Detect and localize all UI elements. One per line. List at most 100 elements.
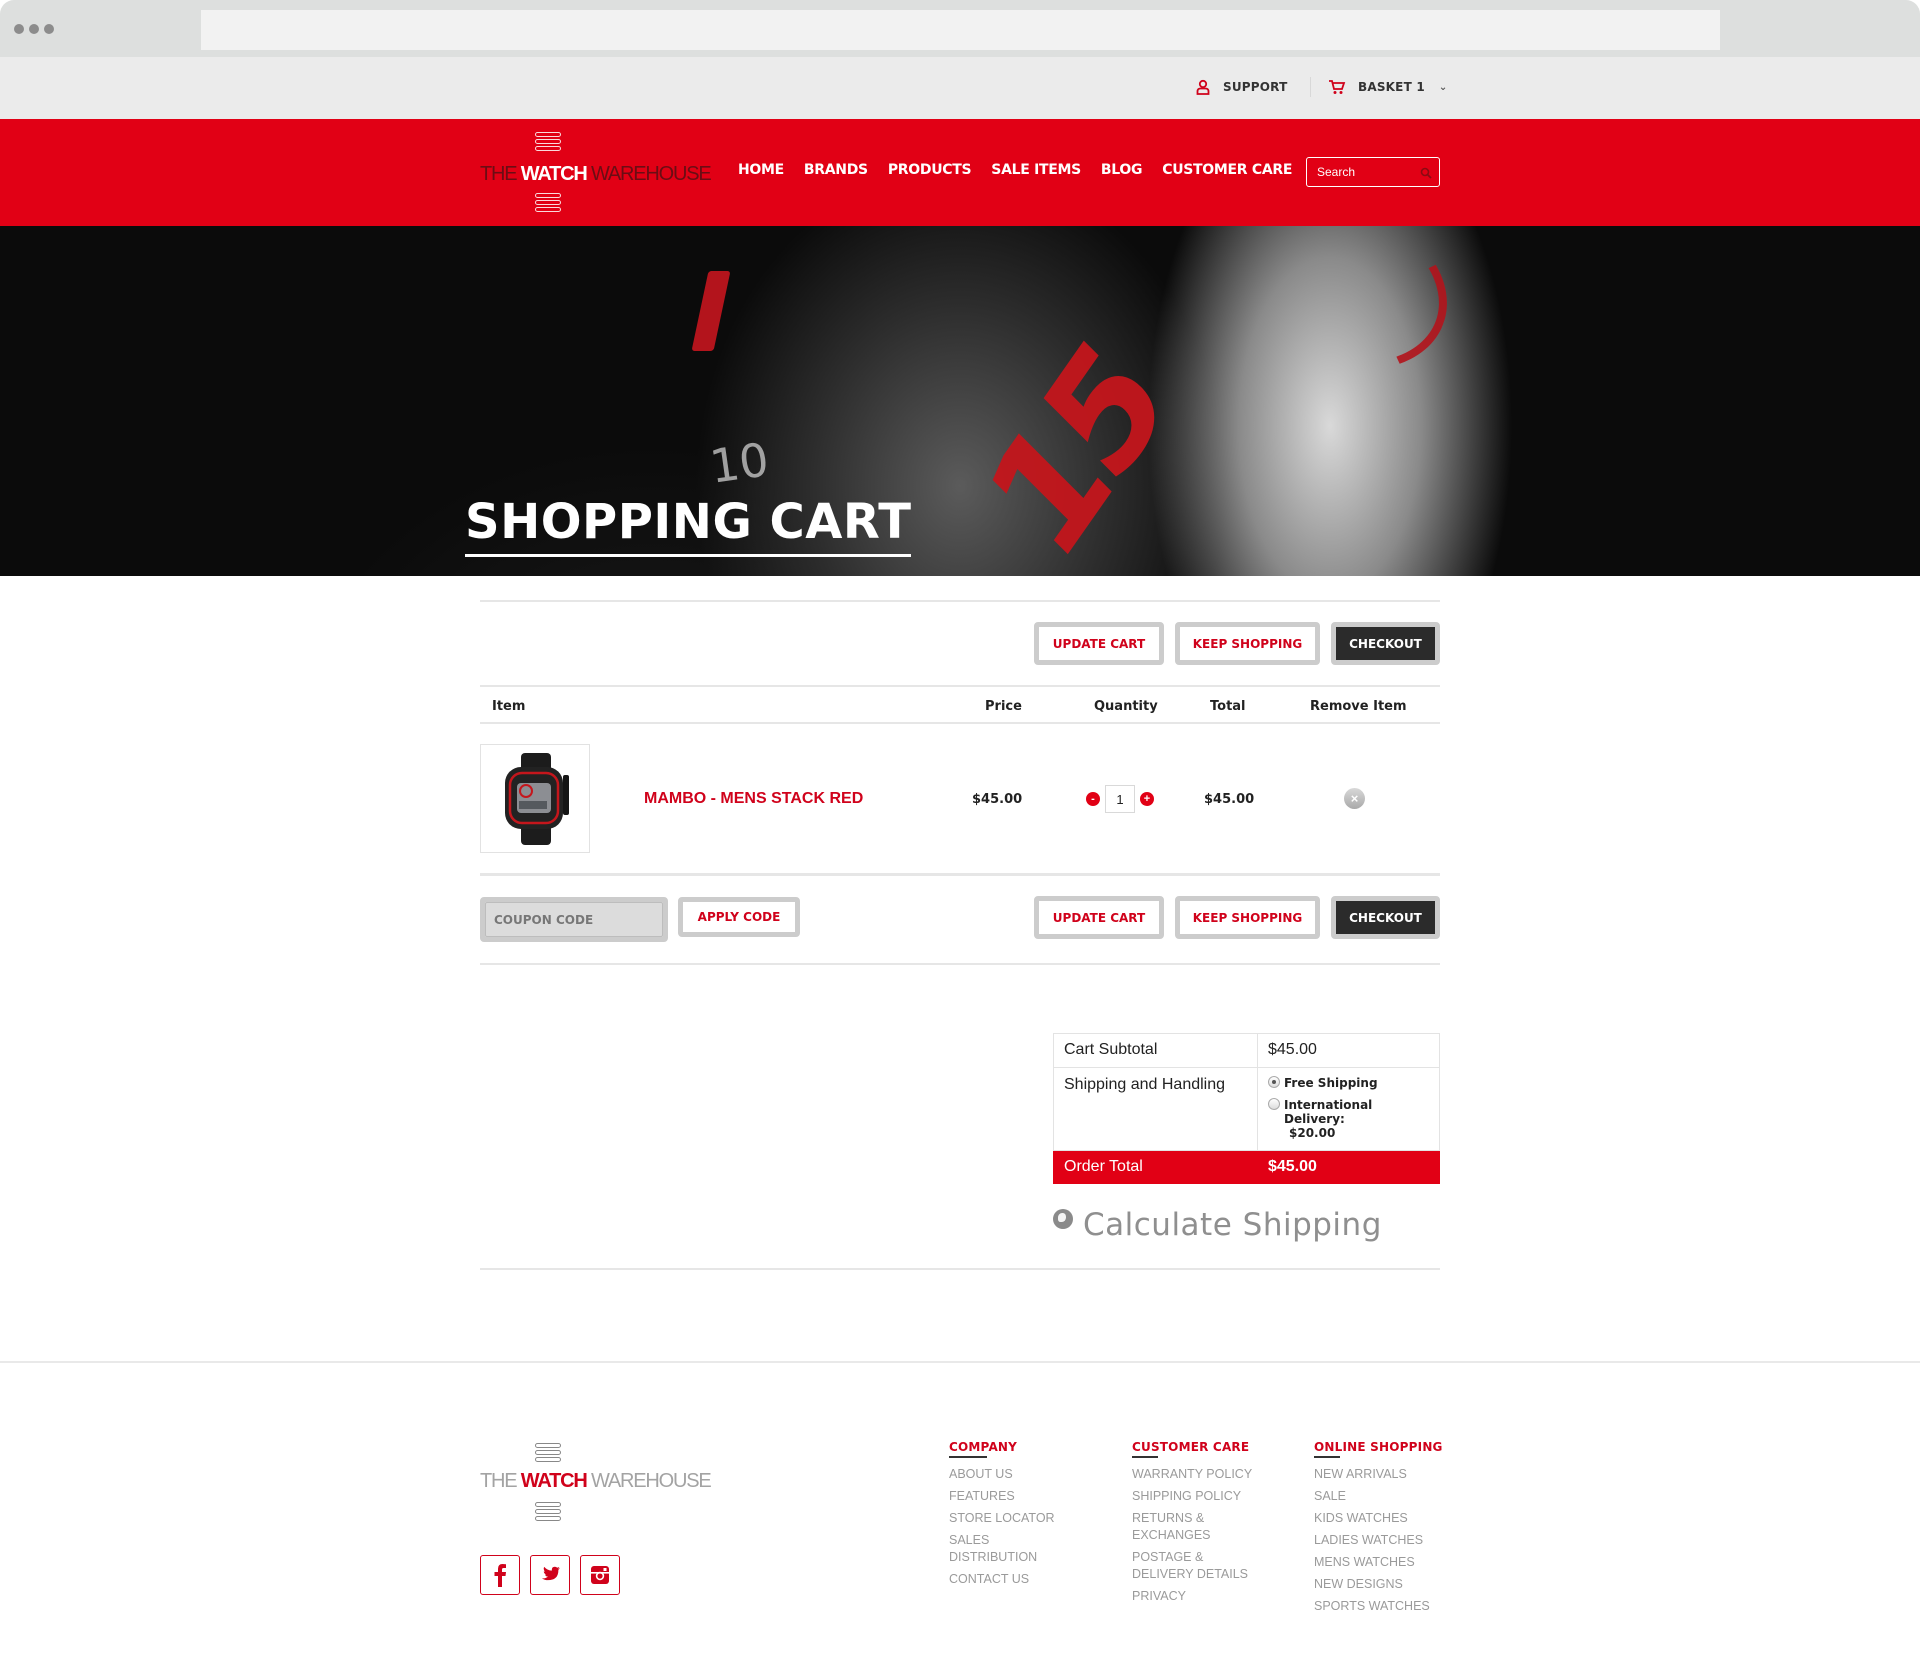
product-name-link[interactable]: MAMBO - MENS STACK RED — [644, 790, 863, 808]
shipping-option-label: International Delivery: — [1284, 1098, 1373, 1126]
divider — [480, 1268, 1440, 1270]
logo-wordmark: THE WATCH WAREHOUSE — [480, 163, 712, 185]
hero-numeral: 15 — [958, 311, 1195, 576]
quantity-input[interactable] — [1105, 785, 1135, 813]
footer-column-title: CUSTOMER CARE — [1132, 1440, 1257, 1458]
footer-column-company: COMPANY ABOUT US FEATURES STORE LOCATOR … — [949, 1440, 1055, 1593]
search-icon[interactable] — [1420, 166, 1432, 184]
footer-link[interactable]: MENS WATCHES — [1314, 1554, 1443, 1571]
order-total-row: Order Total $45.00 — [1053, 1150, 1440, 1184]
subtotal-row: Cart Subtotal $45.00 — [1053, 1033, 1440, 1068]
column-quantity: Quantity — [1094, 699, 1158, 714]
quantity-stepper: - + — [1086, 785, 1154, 813]
nav-blog[interactable]: BLOG — [1101, 162, 1143, 178]
utility-bar: SUPPORT BASKET 1 ⌄ — [0, 57, 1920, 119]
social-links — [480, 1555, 620, 1595]
footer-link[interactable]: WARRANTY POLICY — [1132, 1466, 1257, 1483]
footer-link[interactable]: CONTACT US — [949, 1571, 1055, 1588]
footer-link[interactable]: RETURNS & EXCHANGES — [1132, 1510, 1222, 1544]
address-bar[interactable] — [201, 10, 1720, 50]
order-summary-table: Cart Subtotal $45.00 Shipping and Handli… — [1053, 1033, 1440, 1184]
basket-label: BASKET 1 — [1358, 80, 1425, 94]
footer-link[interactable]: POSTAGE & DELIVERY DETAILS — [1132, 1549, 1257, 1583]
divider — [1310, 77, 1311, 97]
nav-brands[interactable]: BRANDS — [804, 162, 868, 178]
divider — [480, 600, 1440, 602]
watch-band-icon — [535, 132, 561, 153]
shipping-row: Shipping and Handling Free Shipping Inte… — [1053, 1067, 1440, 1151]
apply-code-button[interactable]: APPLY CODE — [678, 897, 800, 937]
twitter-link[interactable] — [530, 1555, 570, 1595]
footer-link[interactable]: SALE — [1314, 1488, 1443, 1505]
footer-link[interactable]: FEATURES — [949, 1488, 1055, 1505]
nav-home[interactable]: HOME — [738, 162, 784, 178]
footer-link[interactable]: ABOUT US — [949, 1466, 1055, 1483]
footer-link[interactable]: STORE LOCATOR — [949, 1510, 1055, 1527]
watch-band-icon — [535, 1502, 561, 1523]
column-remove: Remove Item — [1310, 699, 1407, 714]
footer-link[interactable]: PRIVACY — [1132, 1588, 1257, 1605]
update-cart-button[interactable]: UPDATE CART — [1034, 896, 1164, 939]
window-dot[interactable] — [44, 24, 54, 34]
nav-products[interactable]: PRODUCTS — [888, 162, 972, 178]
logo-wordmark: THE WATCH WAREHOUSE — [480, 1470, 712, 1492]
shipping-option-international[interactable]: International Delivery: $20.00 — [1268, 1098, 1429, 1140]
footer-logo[interactable]: THE WATCH WAREHOUSE — [480, 1443, 712, 1523]
remove-item-icon[interactable]: × — [1344, 788, 1365, 809]
window-dot[interactable] — [29, 24, 39, 34]
calculate-shipping-label: Calculate Shipping — [1083, 1207, 1382, 1243]
nav-customer-care[interactable]: CUSTOMER CARE — [1162, 162, 1292, 178]
product-thumbnail[interactable] — [480, 744, 590, 853]
footer-link[interactable]: NEW DESIGNS — [1314, 1576, 1443, 1593]
footer-column-title: COMPANY — [949, 1440, 1055, 1458]
hero-dial-text: 10 — [706, 432, 773, 494]
instagram-link[interactable] — [580, 1555, 620, 1595]
site-logo[interactable]: THE WATCH WAREHOUSE — [480, 130, 712, 216]
keep-shopping-button[interactable]: KEEP SHOPPING — [1175, 896, 1320, 939]
shipping-option-free[interactable]: Free Shipping — [1268, 1076, 1429, 1090]
plus-icon[interactable]: + — [1140, 792, 1154, 806]
footer-link[interactable]: KIDS WATCHES — [1314, 1510, 1443, 1527]
instagram-icon — [591, 1566, 609, 1584]
radio-selected[interactable] — [1268, 1076, 1280, 1088]
search-box — [1306, 157, 1440, 187]
minus-icon[interactable]: - — [1086, 792, 1100, 806]
calculate-shipping-link[interactable]: Calculate Shipping — [1053, 1207, 1382, 1243]
update-cart-button[interactable]: UPDATE CART — [1034, 622, 1164, 665]
checkout-button[interactable]: CHECKOUT — [1331, 896, 1440, 939]
hero-decoration — [691, 271, 731, 351]
shipping-option-text: International Delivery: $20.00 — [1284, 1098, 1429, 1140]
basket-dropdown[interactable]: BASKET 1 ⌄ — [1328, 79, 1447, 95]
support-link[interactable]: SUPPORT — [1195, 79, 1287, 95]
footer-link[interactable]: LADIES WATCHES — [1314, 1532, 1443, 1549]
watch-image — [505, 753, 569, 845]
radio-unselected[interactable] — [1268, 1098, 1280, 1110]
product-total: $45.00 — [1204, 792, 1255, 807]
main-nav: HOME BRANDS PRODUCTS SALE ITEMS BLOG CUS… — [738, 162, 1292, 178]
footer-link[interactable]: SPORTS WATCHES — [1314, 1598, 1443, 1615]
support-label: SUPPORT — [1223, 80, 1288, 94]
footer-column-title: ONLINE SHOPPING — [1314, 1440, 1443, 1458]
window-controls — [14, 24, 54, 34]
chevron-down-icon: ⌄ — [1438, 81, 1448, 93]
coupon-input[interactable] — [485, 902, 663, 937]
subtotal-label: Cart Subtotal — [1053, 1033, 1258, 1068]
footer-link[interactable]: NEW ARRIVALS — [1314, 1466, 1443, 1483]
column-total: Total — [1210, 699, 1246, 714]
subtotal-value: $45.00 — [1257, 1033, 1440, 1068]
divider — [480, 722, 1440, 724]
hero-banner: 10 15 SHOPPING CART — [0, 226, 1920, 576]
keep-shopping-button[interactable]: KEEP SHOPPING — [1175, 622, 1320, 665]
footer-link[interactable]: SHIPPING POLICY — [1132, 1488, 1257, 1505]
checkout-button[interactable]: CHECKOUT — [1331, 622, 1440, 665]
shipping-options: Free Shipping International Delivery: $2… — [1257, 1067, 1440, 1151]
coupon-field-wrap — [480, 897, 668, 942]
order-total-value: $45.00 — [1257, 1150, 1440, 1184]
page-title: SHOPPING CART — [465, 494, 912, 557]
facebook-link[interactable] — [480, 1555, 520, 1595]
nav-sale-items[interactable]: SALE ITEMS — [991, 162, 1081, 178]
cart-actions-bottom: UPDATE CART KEEP SHOPPING CHECKOUT — [1034, 896, 1440, 939]
window-dot[interactable] — [14, 24, 24, 34]
footer-link[interactable]: SALES DISTRIBUTION — [949, 1532, 1049, 1566]
column-item: Item — [492, 699, 526, 714]
